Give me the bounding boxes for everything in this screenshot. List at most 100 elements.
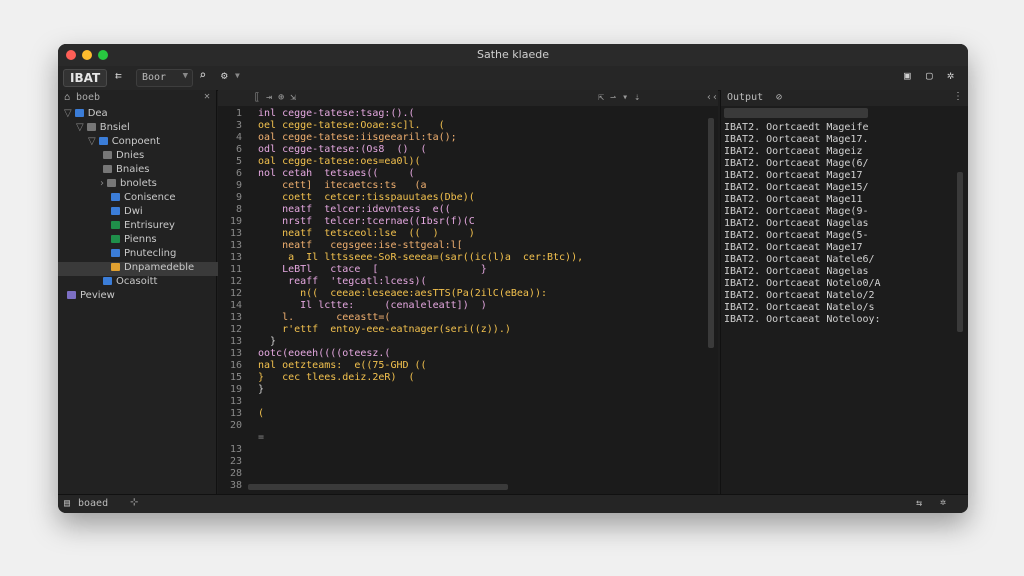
tree-item-label: Bnsiel [99,122,130,133]
run-target-value: Boor [142,72,167,83]
disclosure-icon[interactable]: ▽ [64,108,72,119]
code-line[interactable]: odl cegge-tatese:(Os8 () ( [258,144,427,155]
code-line[interactable]: neatf tetsceol:lse (( ) ) [258,228,475,239]
panel-icon[interactable]: ▤ [64,498,70,509]
output-title: Output [727,92,764,103]
back-arrow-icon[interactable]: ⇇ [115,69,122,82]
code-area[interactable]: inl cegge-tatese:tsag:().(oel cegge-tate… [258,106,708,476]
tree-item-label: Bnaies [116,164,150,175]
folder-icon: ⌂ [64,92,71,103]
code-line[interactable]: nal oetzteams: e((75-GHD (( [258,360,427,371]
disclosure-icon[interactable]: ▽ [76,122,84,133]
tree-item[interactable]: Dnies [100,150,144,164]
line-number: 13 [229,396,242,407]
code-line[interactable]: n(( ceeae:leseaee:aesTTS(Pa(2ilC(eBea)): [258,288,547,299]
code-line[interactable]: } [258,336,276,347]
tree-item-label: Dnpamedeble [124,262,195,273]
editor-nav-icons[interactable]: ⇱ ⇀ ▾ ⇣ [598,92,640,103]
tree-item[interactable]: ▽ Conpoent [88,136,160,150]
code-line[interactable]: } cec tlees.deiz.2eR) ( [258,372,415,383]
tree-item-label: Dea [87,108,108,119]
tree-item[interactable]: Entrisurey [108,220,175,234]
tree-item-label: Pnutecling [124,248,177,259]
code-line[interactable]: ootc(eoeeh((((oteesz.( [258,348,390,359]
output-line: IBAT2. Oortcaeat Natelo/2 [724,290,875,301]
code-line[interactable]: LeBTl ctace [ } [258,264,487,275]
code-line[interactable]: oal cegge-tatese:oes=ea0l)( [258,156,421,167]
code-line[interactable]: = [258,432,264,443]
disclosure-icon[interactable]: › [100,178,104,189]
line-number-gutter: 1 3 4 6 5 6 9 9 8 19 13 13 13 11 12 12 14 13 12 13 13 16 15 19 1… [218,106,246,491]
output-menu-icon[interactable]: ⋮ [953,91,963,102]
chevron-down-icon[interactable]: ▼ [235,71,240,80]
code-line[interactable]: ( [258,408,264,419]
code-line[interactable]: a Il lttsseee-SoR-seeea=(sar((ic(l)a cer… [258,252,583,263]
line-number: 9 [235,192,242,203]
line-number: 13 [229,336,242,347]
code-line[interactable]: coett cetcer:tisspauutaes(Dbe)( [258,192,475,203]
code-line[interactable]: cett] itecaetcs:ts (a [258,180,427,191]
status-bar: ▤ boaed ⊹ ⇆ ✲ [58,494,968,513]
layout-icon[interactable]: ▢ [926,69,933,82]
tree-item[interactable]: ▽ Bnsiel [76,122,130,136]
collapse-icon[interactable]: ✕ [204,91,210,102]
editor-vertical-scrollbar[interactable] [708,118,714,348]
editor-horizontal-scrollbar[interactable] [248,484,508,490]
tree-item-label: Conpoent [111,136,161,147]
code-line[interactable]: reaff 'tegcatl:lcess)( [258,276,426,287]
tree-item[interactable]: Conisence [108,192,176,206]
code-editor[interactable]: ⟦ ⇥ ⊕ ⇲ ⇱ ⇀ ▾ ⇣ ‹‹ 1 3 4 6 5 6 9 9 8 19 13 13 13 11 12… [218,90,718,494]
output-line: IBAT2. Oortcaeat Mage17 [724,242,863,253]
tree-item[interactable]: ▽ Dea [64,108,108,122]
run-target-select[interactable]: Boor ▼ [136,69,193,87]
code-line[interactable]: Il lctte: (cenaleleatt]) ) [258,300,487,311]
code-line[interactable]: inl cegge-tatese:tsag:().( [258,108,415,119]
folder-icon [111,193,120,201]
search-icon[interactable]: ⌕ [199,68,206,82]
clear-output-icon[interactable]: ⊘ [776,92,782,103]
tree-item[interactable]: Dwi [108,206,143,220]
code-line[interactable]: l. ceeastt=( [258,312,390,323]
folder-icon [111,235,120,243]
folder-icon [86,123,96,131]
tree-item[interactable]: Pienns [108,234,157,248]
line-number: 19 [229,384,242,395]
code-line[interactable]: neatf telcer:idevntess e(( [258,204,451,215]
code-line[interactable]: neatf cegsgee:ise-sttgeal:l[ [258,240,463,251]
editor-collapse-icon[interactable]: ‹‹ [706,92,718,103]
tree-item[interactable]: Ocasoitt [100,276,157,290]
line-number: 13 [229,408,242,419]
code-line[interactable]: oal cegge-tatese:iisgeearil:ta(); [258,132,457,143]
tree-item[interactable]: Bnaies [100,164,149,178]
explorer-title: boeb [76,92,101,103]
add-icon[interactable]: ⊹ [130,497,138,508]
code-line[interactable]: oel cegge-tatese:Ooae:sc]l. ( [258,120,445,131]
save-icon[interactable]: ▣ [904,69,911,82]
code-line[interactable]: nrstf telcer:tcernae((Ibsr(f)(C [258,216,475,227]
tree-item-label: bnolets [120,178,157,189]
debug-icon[interactable]: ⚙ [221,69,228,82]
settings-icon[interactable]: ✲ [947,68,954,82]
disclosure-icon[interactable]: ▽ [88,136,96,147]
code-line[interactable]: } [258,384,264,395]
project-button[interactable]: IBAT [63,69,108,87]
line-number: 23 [229,456,242,467]
output-vertical-scrollbar[interactable] [957,172,963,332]
line-number: 12 [229,288,242,299]
folder-icon [103,151,112,159]
toolbar: IBAT ⇇ Boor ▼ ⌕ ⚙ ▼ ▣ ▢ ✲ [58,66,968,91]
code-line[interactable]: nol cetah tetsaes(( ( [258,168,415,179]
gear-icon[interactable]: ✲ [940,497,946,508]
code-line[interactable]: r'ettf entoy-eee-eatnager(seri((z)).) [258,324,511,335]
tree-item[interactable]: › bnolets [100,178,157,192]
line-number: 13 [229,312,242,323]
line-number: 12 [229,324,242,335]
editor-icons-left[interactable]: ⟦ ⇥ ⊕ ⇲ [254,92,296,103]
editor-toolbar: ⟦ ⇥ ⊕ ⇲ ⇱ ⇀ ▾ ⇣ ‹‹ [218,90,718,106]
tree-item[interactable]: Pnutecling [108,248,176,262]
line-number: 14 [229,300,242,311]
folder-icon [67,291,76,299]
output-filter[interactable] [724,108,868,118]
split-icon[interactable]: ⇆ [916,498,922,509]
tree-item[interactable]: Peview [64,290,115,304]
